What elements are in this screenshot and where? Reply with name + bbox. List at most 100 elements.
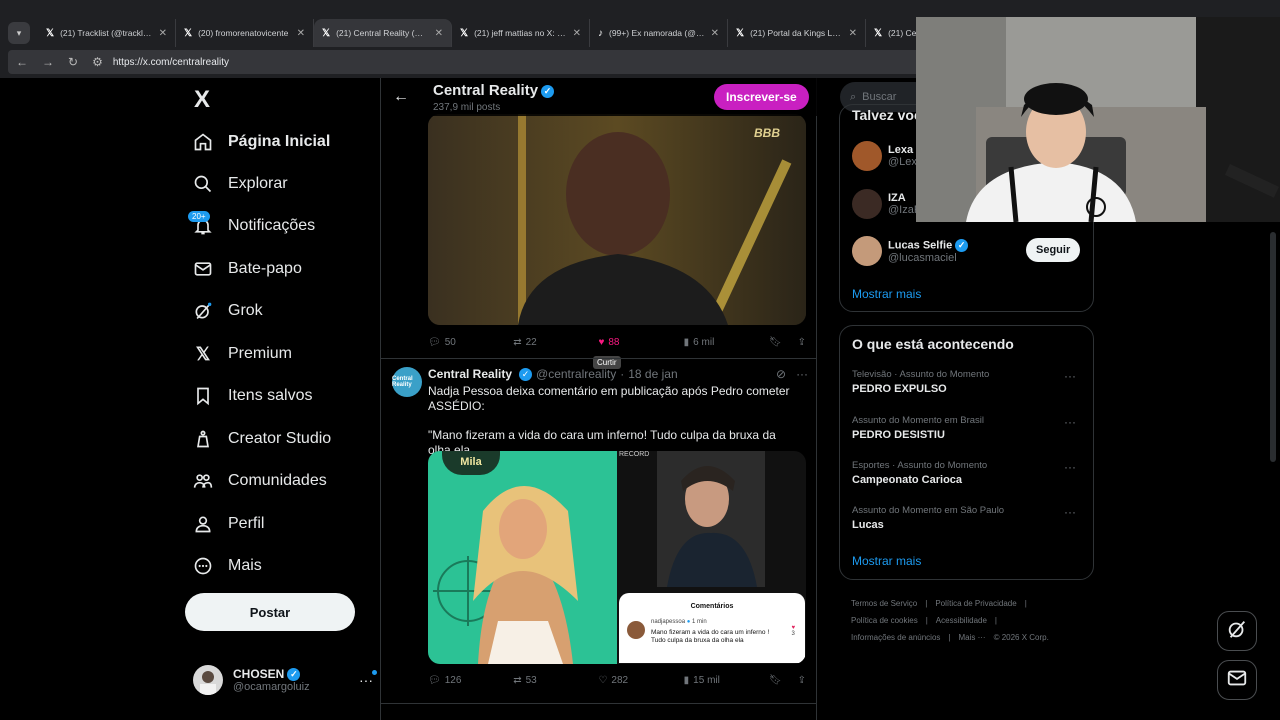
views-button[interactable]: ▮ 6 mil [684, 337, 769, 348]
profile-name: Central Reality [433, 82, 539, 99]
more-dots-icon[interactable]: ··· [359, 670, 377, 688]
close-tab-icon[interactable]: ✕ [573, 28, 581, 39]
browser-tab[interactable]: 𝕏 (21) Portal da Kings Leag ✕ [728, 19, 866, 47]
trend-item[interactable]: Assunto do Momento em Brasil PEDRO DESIS… [852, 415, 1084, 441]
reply-button[interactable]: 💬︎ 50 [428, 337, 513, 348]
scrollbar[interactable] [1270, 232, 1276, 462]
browser-tab-active[interactable]: 𝕏 (21) Central Reality (@cen ✕ [314, 19, 452, 47]
browser-tab[interactable]: 𝕏 (20) fromorenatovicente ✕ [176, 19, 314, 47]
post-header: Central Reality ✓ @centralreality · 18 de… [428, 367, 678, 381]
trend-item[interactable]: Esportes · Assunto do Momento Campeonato… [852, 460, 1084, 486]
x-logo-icon[interactable]: X [194, 86, 210, 114]
post-date[interactable]: 18 de jan [628, 367, 677, 381]
bbb-logo: BBB [754, 126, 780, 140]
more-dots-icon[interactable]: ··· [1064, 460, 1076, 474]
nav-item-more[interactable]: Mais [192, 551, 262, 581]
back-arrow-icon[interactable]: ← [393, 88, 409, 106]
nav-item-chat[interactable]: Bate-papo [192, 254, 302, 284]
share-icon[interactable]: ⇪ [798, 675, 806, 686]
repost-button[interactable]: ⇄ 22 [513, 337, 598, 348]
bookmark-icon[interactable]: 🔖︎ [769, 337, 782, 348]
grok-icon[interactable]: ⊘ [776, 367, 786, 381]
verified-badge-icon: ✓ [541, 84, 555, 98]
reply-button[interactable]: 💬︎ 126 [428, 675, 513, 686]
heart-icon: ♡ [598, 674, 608, 686]
post-image[interactable]: BBB [428, 114, 806, 325]
grok-icon [1226, 618, 1248, 645]
follow-button[interactable]: Seguir [1026, 238, 1081, 262]
trend-item[interactable]: Televisão · Assunto do Momento PEDRO EXP… [852, 369, 1084, 395]
close-tab-icon[interactable]: ✕ [849, 28, 857, 39]
notification-badge: 20+ [188, 211, 210, 222]
close-tab-icon[interactable]: ✕ [711, 28, 719, 39]
nav-item-profile[interactable]: Perfil [192, 509, 264, 539]
nav-item-communities[interactable]: Comunidades [192, 466, 327, 496]
grok-button[interactable] [1217, 611, 1257, 651]
x-logo-icon: 𝕏 [195, 343, 211, 364]
follow-suggestion[interactable]: Lucas Selfie ✓ @lucasmaciel [852, 236, 969, 266]
avatar [193, 665, 223, 695]
avatar[interactable]: Central Reality [392, 367, 422, 397]
like-button[interactable]: ♥ 88 [598, 337, 683, 348]
comment-screenshot: RECORD Comentários nadjapessoa ● 1 min M… [617, 451, 806, 664]
more-dots-icon[interactable]: ··· [1064, 415, 1076, 429]
close-tab-icon[interactable]: ✕ [297, 28, 305, 39]
reload-icon[interactable]: ↻ [68, 55, 78, 69]
search-icon [192, 173, 214, 195]
contestant-photo: Mila [428, 451, 617, 664]
url-text[interactable]: https://x.com/centralreality [113, 57, 229, 68]
back-arrow-icon[interactable]: ← [16, 55, 28, 69]
show-more-link[interactable]: Mostrar mais [852, 287, 921, 301]
communities-icon [192, 470, 214, 492]
post-actions: 💬︎ 50 ⇄ 22 ♥ 88 ▮ 6 mil 🔖︎ ⇪ [428, 332, 806, 352]
more-dots-icon[interactable]: ··· [796, 367, 808, 381]
nav-item-home[interactable]: Página Inicial [192, 127, 330, 157]
panel-title: Talvez voc [852, 107, 922, 123]
avatar [627, 621, 645, 639]
post-author-name[interactable]: Central Reality [428, 367, 512, 381]
like-button[interactable]: ♡ 282 [598, 675, 683, 686]
tab-search-button[interactable]: ▾ [8, 22, 30, 44]
show-more-link[interactable]: Mostrar mais [852, 554, 921, 568]
post-image[interactable]: Mila RECORD Comentários nadjapessoa ● 1 … [428, 451, 806, 664]
follow-suggestion[interactable]: IZA @IzaF [852, 189, 921, 219]
profile-header: ← Central Reality ✓ 237,9 mil posts Inscr… [381, 78, 817, 116]
browser-tab[interactable]: 𝕏 (21) jeff mattias no X: "De ✕ [452, 19, 590, 47]
forward-arrow-icon[interactable]: → [42, 55, 54, 69]
bookmark-icon[interactable]: 🔖︎ [769, 675, 782, 686]
nav-item-premium[interactable]: 𝕏 Premium [192, 339, 292, 369]
bookmark-icon [192, 385, 214, 407]
reply-icon: 💬︎ [428, 336, 441, 348]
nav-item-bookmarks[interactable]: Itens salvos [192, 381, 312, 411]
grok-icon [192, 300, 214, 322]
heart-icon: ♥ [598, 336, 605, 348]
repost-button[interactable]: ⇄ 53 [513, 675, 598, 686]
site-info-icon[interactable]: ⚙ [92, 55, 103, 69]
x-logo-icon: 𝕏 [460, 27, 469, 39]
bell-icon: 20+ [188, 211, 214, 237]
close-tab-icon[interactable]: ✕ [159, 28, 167, 39]
post-button[interactable]: Postar [185, 593, 355, 631]
account-switcher[interactable]: CHOSEN ✓ @ocamargoluiz ··· [193, 660, 377, 700]
nav-item-creator-studio[interactable]: Creator Studio [192, 424, 331, 454]
follow-suggestion[interactable]: Lexa @Lexa [852, 141, 923, 171]
subscribe-button[interactable]: Inscrever-se [714, 84, 809, 110]
x-logo-icon: 𝕏 [46, 27, 55, 39]
post-author-handle[interactable]: @centralreality [536, 367, 616, 381]
creator-studio-icon [192, 428, 214, 450]
browser-tab[interactable]: ♪ (99+) Ex namorada (@yas ✕ [590, 19, 728, 47]
views-button[interactable]: ▮ 15 mil [684, 675, 769, 686]
close-tab-icon[interactable]: ✕ [435, 28, 443, 39]
avatar [852, 141, 882, 171]
messages-button[interactable] [1217, 660, 1257, 700]
share-icon[interactable]: ⇪ [798, 337, 806, 348]
nav-item-explore[interactable]: Explorar [192, 169, 288, 199]
x-logo-icon: 𝕏 [874, 27, 883, 39]
more-dots-icon[interactable]: ··· [1064, 505, 1076, 519]
video-still [657, 451, 765, 587]
nav-item-grok[interactable]: Grok [192, 296, 263, 326]
nav-item-notifications[interactable]: 20+ Notificações [188, 211, 315, 241]
trend-item[interactable]: Assunto do Momento em São Paulo Lucas ··… [852, 505, 1084, 531]
more-dots-icon[interactable]: ··· [1064, 369, 1076, 383]
browser-tab[interactable]: 𝕏 (21) Tracklist (@tracklist) / ✕ [38, 19, 176, 47]
